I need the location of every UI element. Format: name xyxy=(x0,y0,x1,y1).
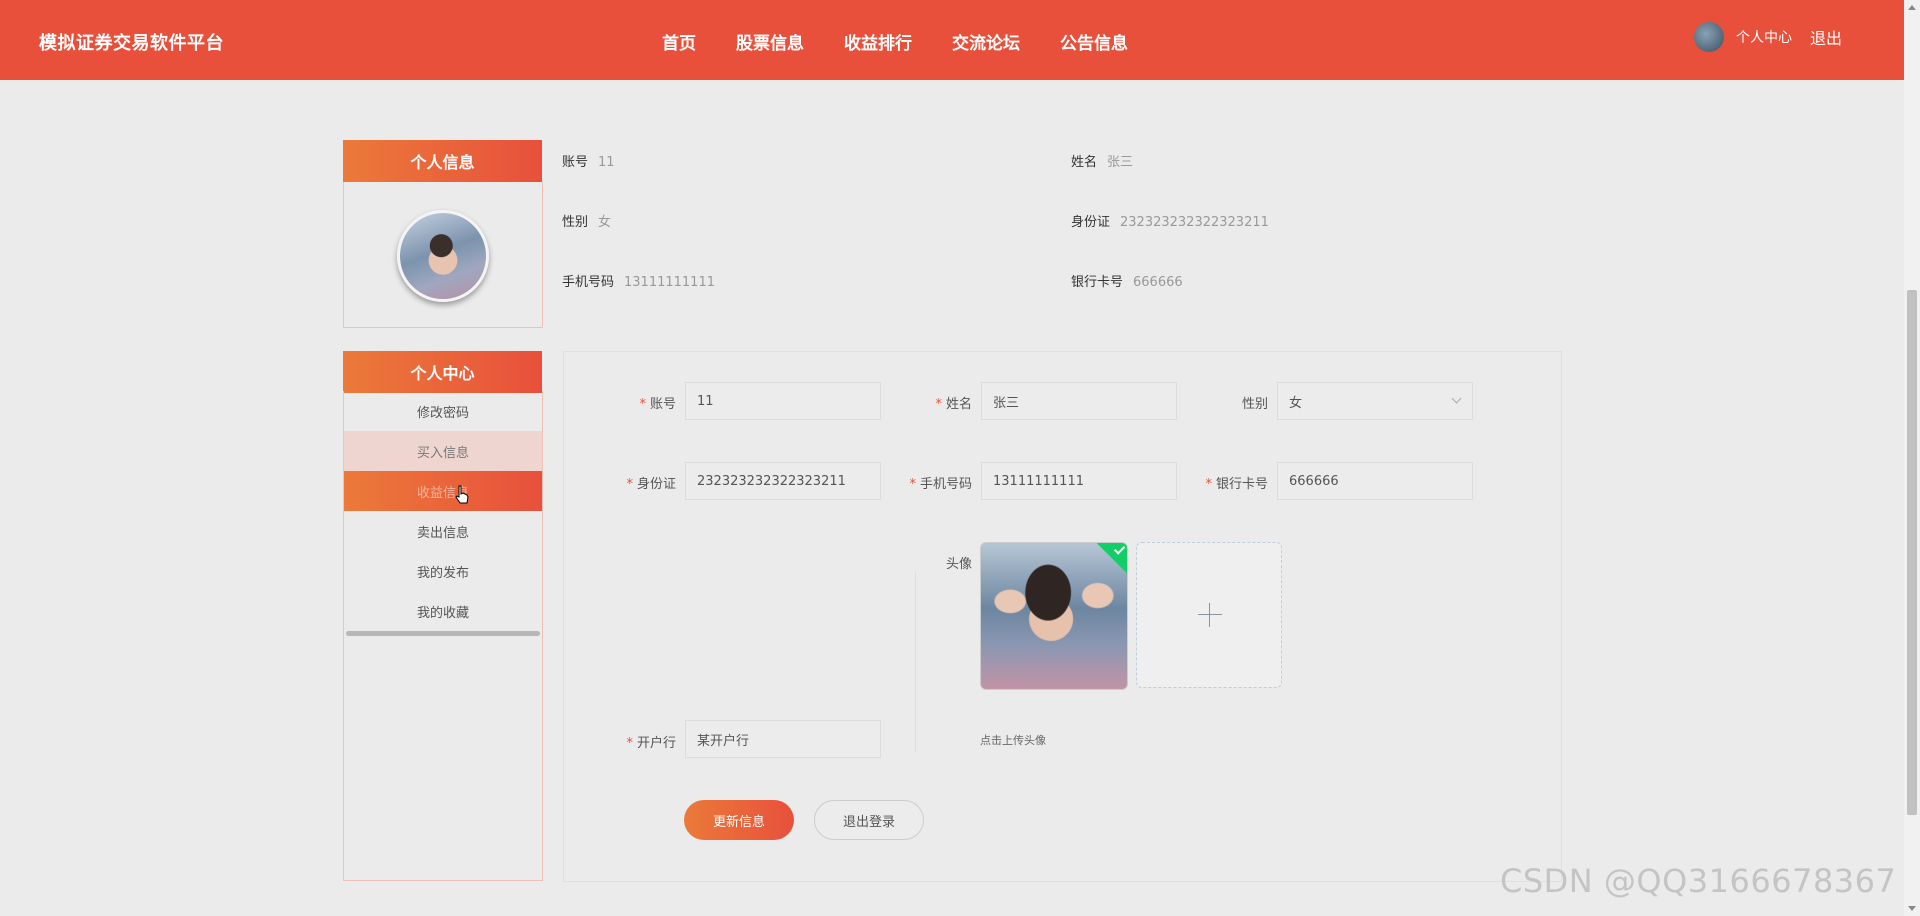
info-id-card-label: 身份证 xyxy=(1071,215,1111,230)
menu-my-favorites[interactable]: 我的收藏 xyxy=(344,591,542,631)
nav-forum[interactable]: 交流论坛 xyxy=(952,29,1020,54)
form-phone-label: * 手机号码 xyxy=(909,477,972,492)
info-bank-card-value: 666666 xyxy=(1133,275,1183,290)
plus-icon-vertical xyxy=(1209,603,1210,627)
info-gender-value: 女 xyxy=(598,215,612,230)
form-bank-label: * 开户行 xyxy=(626,736,676,751)
form-bank-card-label: * 银行卡号 xyxy=(1205,477,1268,492)
profile-panel-title: 个人信息 xyxy=(343,140,542,182)
form-divider xyxy=(915,572,916,752)
form-avatar-label: 头像 xyxy=(945,557,972,572)
plus-icon xyxy=(1198,614,1222,615)
top-navbar: 模拟证券交易软件平台 首页 股票信息 收益排行 交流论坛 公告信息 个人中心 退… xyxy=(0,0,1904,80)
nav-home[interactable]: 首页 xyxy=(662,29,696,54)
menu-scrollbar[interactable] xyxy=(346,631,540,636)
menu-my-posts[interactable]: 我的发布 xyxy=(344,551,542,591)
info-gender-label: 性别 xyxy=(562,215,589,230)
gender-select[interactable]: 女 xyxy=(1277,382,1473,420)
update-info-button[interactable]: 更新信息 xyxy=(684,800,794,840)
info-bank-card: 银行卡号 666666 xyxy=(1071,271,1183,290)
gender-select-value: 女 xyxy=(1289,395,1303,411)
page-scrollbar[interactable] xyxy=(1904,0,1920,916)
hand-cursor-icon xyxy=(455,485,469,504)
id-card-input[interactable]: 232323232322323211 xyxy=(685,462,881,500)
profile-avatar xyxy=(397,210,489,302)
info-id-card: 身份证 232323232322323211 xyxy=(1071,211,1269,230)
menu-buy-info[interactable]: 买入信息 xyxy=(344,431,542,471)
menu-income-info[interactable]: 收益信息 xyxy=(344,471,542,511)
form-name-label: * 姓名 xyxy=(935,397,972,412)
nav-ranking[interactable]: 收益排行 xyxy=(844,29,912,54)
info-name-label: 姓名 xyxy=(1071,155,1098,170)
main-nav: 首页 股票信息 收益排行 交流论坛 公告信息 xyxy=(662,29,1128,54)
info-account: 账号 11 xyxy=(562,151,615,170)
form-account-label: * 账号 xyxy=(639,397,676,412)
menu-sell-info[interactable]: 卖出信息 xyxy=(344,511,542,551)
user-center-link[interactable]: 个人中心 xyxy=(1736,27,1792,47)
upload-success-check-icon xyxy=(1095,543,1127,575)
info-phone: 手机号码 13111111111 xyxy=(562,271,715,290)
nav-stocks[interactable]: 股票信息 xyxy=(736,29,804,54)
chevron-down-icon xyxy=(1451,393,1462,404)
profile-form: * 账号 11 * 姓名 张三 性别 女 * 身份证 2323232323223232… xyxy=(563,351,1562,882)
avatar-upload-tip: 点击上传头像 xyxy=(980,734,1046,747)
scroll-thumb[interactable] xyxy=(1907,290,1917,815)
account-input[interactable]: 11 xyxy=(685,382,881,420)
name-input[interactable]: 张三 xyxy=(981,382,1177,420)
center-menu: 修改密码 买入信息 收益信息 卖出信息 我的发布 我的收藏 xyxy=(343,391,543,881)
user-area: 个人中心 退出 xyxy=(1693,22,1842,52)
site-brand[interactable]: 模拟证券交易软件平台 xyxy=(39,29,224,55)
user-avatar[interactable] xyxy=(1693,22,1724,52)
form-id-card-label: * 身份证 xyxy=(626,477,676,492)
avatar-upload-button[interactable] xyxy=(1136,542,1282,688)
info-name-value: 张三 xyxy=(1107,155,1134,170)
phone-input[interactable]: 13111111111 xyxy=(981,462,1177,500)
uploaded-avatar-image[interactable] xyxy=(980,542,1128,690)
info-phone-value: 13111111111 xyxy=(624,275,715,290)
scroll-down-arrow-icon[interactable] xyxy=(1908,906,1916,911)
scroll-up-arrow-icon[interactable] xyxy=(1908,5,1916,10)
info-phone-label: 手机号码 xyxy=(562,275,615,290)
menu-change-password[interactable]: 修改密码 xyxy=(344,391,542,431)
csdn-watermark: CSDN @QQ3166678367 xyxy=(1500,862,1897,900)
info-gender: 性别女 xyxy=(562,211,611,230)
form-gender-label: 性别 xyxy=(1241,397,1268,412)
info-account-value: 11 xyxy=(598,155,615,170)
info-name: 姓名 张三 xyxy=(1071,151,1133,170)
nav-notice[interactable]: 公告信息 xyxy=(1060,29,1128,54)
logout-link[interactable]: 退出 xyxy=(1810,25,1842,49)
center-panel-title: 个人中心 xyxy=(343,351,542,393)
info-id-card-value: 232323232322323211 xyxy=(1120,215,1269,230)
info-account-label: 账号 xyxy=(562,155,589,170)
logout-button[interactable]: 退出登录 xyxy=(814,800,924,840)
bank-input[interactable]: 某开户行 xyxy=(685,720,881,758)
bank-card-input[interactable]: 666666 xyxy=(1277,462,1473,500)
profile-avatar-box xyxy=(343,182,543,328)
info-bank-card-label: 银行卡号 xyxy=(1071,275,1124,290)
